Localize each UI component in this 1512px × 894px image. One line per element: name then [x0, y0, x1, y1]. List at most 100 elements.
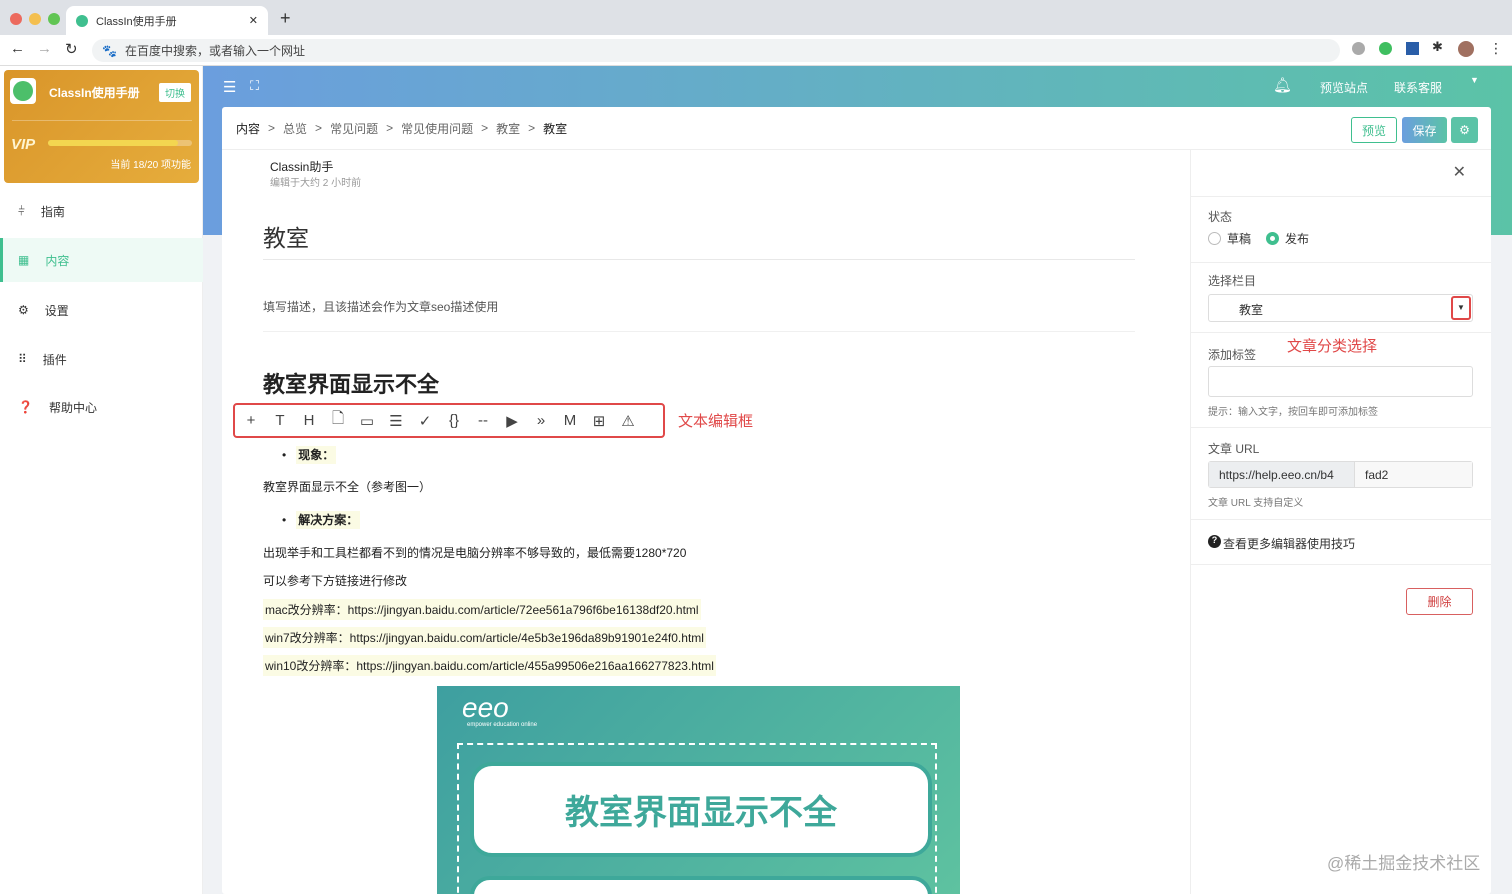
code-icon[interactable]: {} [443, 412, 465, 429]
extension-icon[interactable] [1406, 42, 1419, 55]
eeo-logo: eeo [462, 692, 509, 723]
radio-label: 草稿 [1227, 232, 1252, 246]
paragraph: 可以参考下方链接进行修改 [263, 574, 408, 588]
question-circle-icon: ? [1208, 535, 1221, 548]
tips-link[interactable]: ? 查看更多编辑器使用技巧 [1208, 535, 1355, 552]
url-input[interactable]: fad2 [1355, 462, 1472, 487]
plus-icon[interactable]: + [240, 412, 262, 429]
sidebar-item-label: 内容 [45, 253, 70, 268]
breadcrumb-item[interactable]: 内容 [236, 120, 260, 137]
extension-icon[interactable] [1379, 42, 1392, 55]
list-icon[interactable]: ☰ [385, 412, 407, 430]
avatar[interactable] [1458, 41, 1474, 57]
sidebar-item-label: 设置 [44, 303, 69, 318]
sidebar-item-content[interactable]: ▦ 内容 [0, 238, 203, 282]
baidu-icon: 🐾 [102, 43, 117, 58]
status-label: 状态 [1208, 210, 1233, 224]
puzzle-icon[interactable]: ✱ [1432, 39, 1443, 55]
sidebar-item-label: 帮助中心 [48, 400, 97, 415]
back-icon[interactable]: ← [10, 40, 25, 57]
image-icon[interactable]: ▭ [356, 412, 378, 430]
favicon-icon [76, 14, 88, 27]
bullet-text: 现象： [296, 446, 337, 464]
breadcrumb-item: 教室 [543, 121, 568, 136]
link-text[interactable]: win10改分辨率：https://jingyan.baidu.com/arti… [263, 655, 716, 676]
save-button[interactable]: 保存 [1402, 117, 1447, 143]
omnibox-placeholder: 在百度中搜索，或者输入一个网址 [124, 44, 305, 58]
reload-icon[interactable]: ↻ [65, 40, 78, 58]
tab-title: ClassIn使用手册 [96, 15, 177, 28]
editor-card: 内容 > 总览 > 常见问题 > 常见使用问题 > 教室 > 教室 预览 保存 ⚙ Cla… [222, 107, 1491, 894]
close-icon[interactable]: ✕ [1453, 162, 1466, 182]
preview-site-link[interactable]: 预览站点 [1320, 79, 1368, 96]
settings-gear-button[interactable]: ⚙ [1451, 117, 1478, 143]
breadcrumb-item[interactable]: 常见问题 [330, 120, 378, 137]
breadcrumb-item[interactable]: 总览 [283, 120, 307, 137]
contact-link[interactable]: 联系客服 [1394, 79, 1442, 96]
link-text[interactable]: win7改分辨率：https://jingyan.baidu.com/artic… [263, 627, 706, 648]
sidebar-item-label: 指南 [40, 204, 65, 219]
sidebar-item-label: 插件 [42, 352, 67, 367]
breadcrumb-item[interactable]: 常见使用问题 [401, 120, 473, 137]
guide-icon: ⫩ [18, 203, 25, 218]
switch-button[interactable]: 切换 [159, 83, 191, 102]
help-icon: ❓ [18, 400, 33, 414]
quote-icon[interactable]: » [530, 412, 552, 429]
video-icon[interactable]: ▶ [501, 412, 523, 430]
delete-button[interactable]: 删除 [1406, 588, 1473, 615]
browser-tab[interactable]: ClassIn使用手册 ✕ [66, 6, 268, 35]
sidebar-item-help[interactable]: ❓ 帮助中心 [0, 385, 203, 429]
bell-icon[interactable]: 🔔︎ [1273, 76, 1292, 94]
browser-tab-bar: ClassIn使用手册 ✕ + [0, 0, 1512, 35]
markdown-icon[interactable]: M [559, 412, 581, 429]
vip-label: VIP [11, 136, 36, 153]
heading-icon[interactable]: H [298, 412, 320, 429]
chevron-down-icon[interactable]: ▼ [1470, 75, 1479, 85]
breadcrumb: 内容 > 总览 > 常见问题 > 常见使用问题 > 教室 > 教室 预览 保存 ⚙ [222, 107, 1491, 150]
link-text[interactable]: mac改分辨率：https://jingyan.baidu.com/articl… [263, 599, 701, 620]
table-icon[interactable]: ⊞ [588, 412, 610, 430]
url-label: 文章 URL [1208, 442, 1260, 456]
logo-tagline: empower education online [467, 722, 538, 728]
edited-time: 编辑于大约 2 小时前 [270, 178, 362, 189]
tags-label: 添加标签 [1208, 348, 1257, 362]
category-label: 选择栏目 [1208, 274, 1257, 288]
editor-toolbar: + T H 🗋 ▭ ☰ ✓ {} -- ▶ » M ⊞ ⚠ [233, 403, 665, 438]
title-input[interactable]: 教室 [263, 219, 309, 253]
fullscreen-icon[interactable]: ⛶ [250, 78, 259, 94]
close-window-button[interactable] [10, 13, 22, 25]
menu-icon[interactable]: ⋮ [1489, 40, 1503, 57]
dots-grid-icon: ⠿ [18, 352, 27, 366]
omnibox[interactable]: 🐾 在百度中搜索，或者输入一个网址 [92, 39, 1340, 62]
sidebar-item-plugins[interactable]: ⠿ 插件 [0, 337, 203, 381]
maximize-window-button[interactable] [48, 13, 60, 25]
tips-text: 查看更多编辑器使用技巧 [1223, 537, 1356, 551]
logo-icon [10, 78, 36, 104]
sidebar-item-settings[interactable]: ⚙ 设置 [0, 288, 203, 332]
minimize-window-button[interactable] [29, 13, 41, 25]
radio-label: 发布 [1285, 232, 1310, 246]
settings-panel: ✕ 状态 草稿 发布 选择栏目 教室 ▼ 文章分类选择 添加标签 提示：输入文字… [1190, 150, 1491, 894]
radio-publish[interactable]: 发布 [1266, 230, 1309, 247]
check-circle-icon[interactable]: ✓ [414, 412, 436, 430]
editor-annotation: 文本编辑框 [678, 413, 754, 430]
close-tab-icon[interactable]: ✕ [249, 14, 258, 27]
tags-input[interactable] [1208, 366, 1473, 397]
divider-icon[interactable]: -- [472, 412, 494, 429]
text-icon[interactable]: T [269, 412, 291, 429]
url-hint: 文章 URL 支持自定义 [1208, 498, 1304, 509]
new-tab-button[interactable]: + [280, 8, 291, 29]
radio-draft[interactable]: 草稿 [1208, 230, 1251, 247]
extension-icon[interactable] [1352, 42, 1365, 55]
forward-icon[interactable]: → [37, 40, 52, 57]
warning-icon[interactable]: ⚠ [617, 412, 639, 430]
file-icon[interactable]: 🗋 [327, 408, 349, 433]
preview-button[interactable]: 预览 [1351, 117, 1397, 143]
description-input[interactable]: 填写描述，且该描述会作为文章seo描述使用 [263, 298, 498, 315]
category-select[interactable]: 教室 ▼ [1208, 294, 1473, 322]
sidebar-item-guide[interactable]: ⫩ 指南 [0, 189, 203, 233]
breadcrumb-item[interactable]: 教室 [496, 120, 520, 137]
list-menu-icon[interactable]: ☰ [223, 78, 236, 96]
dropdown-icon[interactable]: ▼ [1451, 296, 1471, 320]
brand-name: ClassIn使用手册 [49, 86, 140, 100]
